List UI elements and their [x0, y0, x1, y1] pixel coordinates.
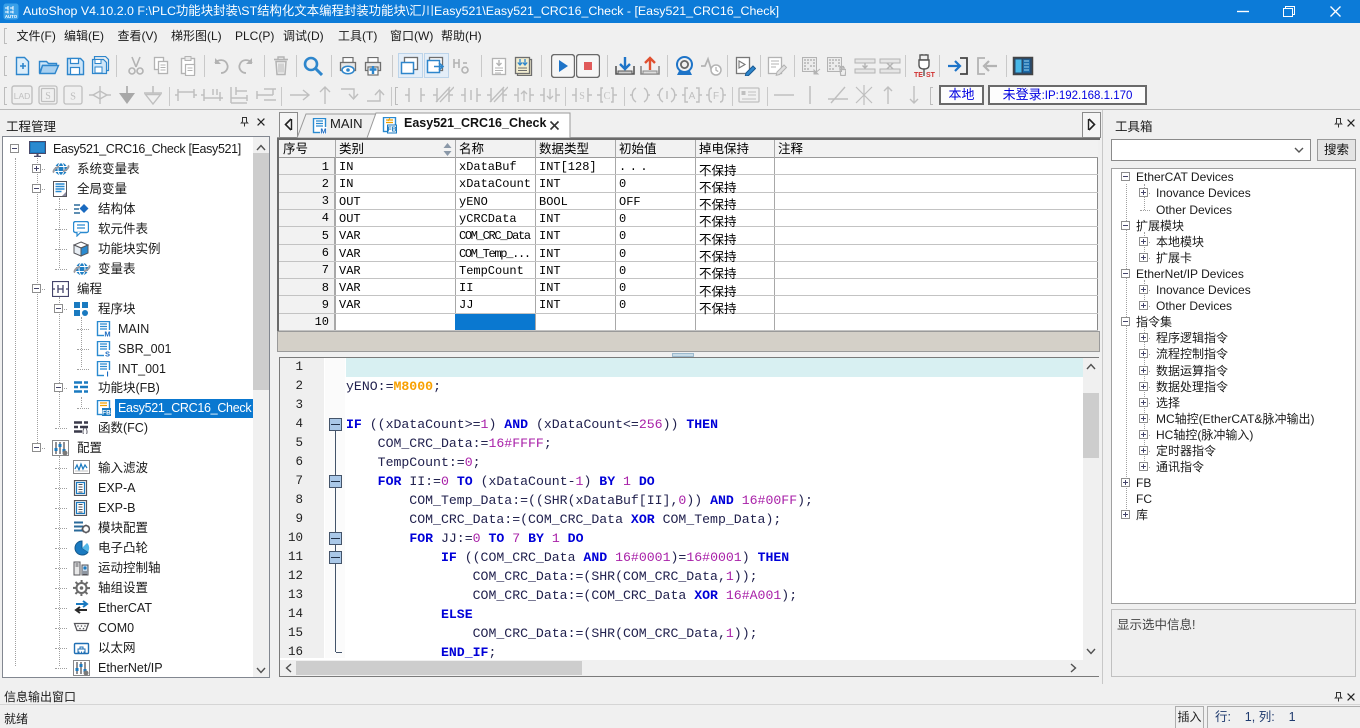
svg-text:FB: FB — [387, 127, 396, 134]
svg-text:FB: FB — [102, 410, 111, 417]
svg-text:ST: ST — [926, 72, 935, 78]
svg-text:C: C — [604, 91, 611, 102]
svg-text:S: S — [579, 91, 585, 102]
svg-text:LAD: LAD — [14, 91, 31, 101]
svg-text:S: S — [105, 349, 110, 358]
svg-text:S: S — [70, 92, 76, 103]
svg-text:I: I — [106, 369, 108, 378]
svg-text:S: S — [45, 91, 51, 102]
svg-text:F: F — [713, 91, 719, 102]
svg-text:(): () — [82, 426, 88, 434]
svg-text:TE: TE — [914, 72, 923, 78]
svg-text:AUTO: AUTO — [5, 14, 18, 19]
svg-text:M: M — [104, 329, 110, 338]
svg-text:M: M — [320, 127, 326, 135]
svg-text:A: A — [689, 91, 696, 102]
